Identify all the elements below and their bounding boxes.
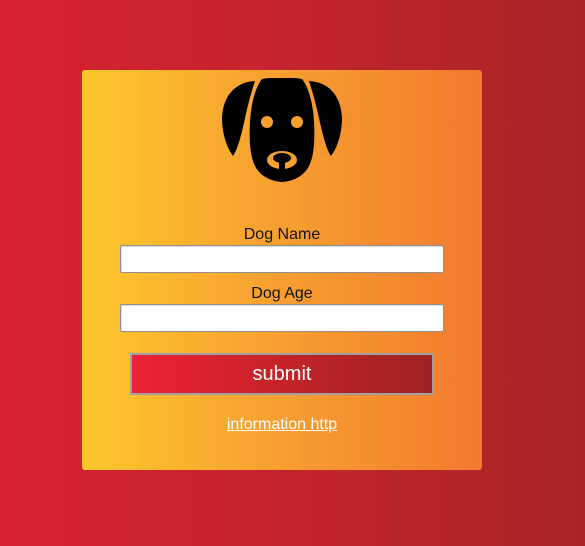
dog-age-label: Dog Age: [251, 285, 313, 302]
page-background: { "form": { "logo_icon": "dog-head-icon"…: [0, 0, 585, 546]
dog-name-label: Dog Name: [243, 226, 321, 243]
dog-head-icon: [221, 78, 343, 184]
dog-form-card: Dog Name Dog Age submit information http: [82, 70, 482, 470]
dog-name-input[interactable]: [120, 245, 444, 273]
information-link[interactable]: information http: [82, 416, 482, 434]
dog-age-input[interactable]: [120, 304, 444, 332]
submit-button[interactable]: submit: [130, 353, 434, 395]
